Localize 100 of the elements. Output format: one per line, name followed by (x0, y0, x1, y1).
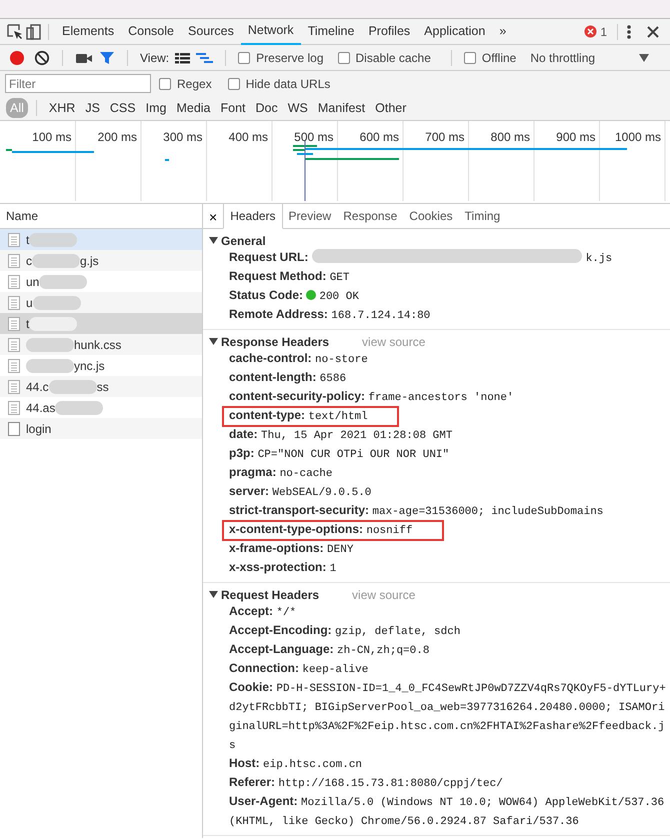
checkbox-option[interactable]: Hide data URLs (228, 74, 330, 92)
file-name: un (26, 274, 40, 290)
request-row[interactable]: u (0, 292, 202, 313)
type-filter[interactable]: WS (284, 98, 312, 118)
file-name: g.js (80, 252, 99, 270)
request-row[interactable]: login (0, 418, 202, 439)
expand-triangle-icon[interactable] (209, 590, 218, 599)
panel-tab[interactable]: Profiles (361, 18, 418, 44)
detail-tab[interactable]: Headers (223, 203, 283, 229)
close-button[interactable]: × (207, 210, 224, 228)
header-line: Accept-Encoding: gzip, deflate, sdch (228, 622, 462, 640)
expand-triangle-icon[interactable] (209, 337, 218, 346)
detail-tab[interactable]: Response (337, 204, 404, 228)
request-row[interactable]: 44.c ss (0, 376, 202, 397)
redaction-mark (29, 232, 78, 246)
tick-label: 600 ms (360, 129, 399, 146)
header-line: p3p: CP="NON CUR OTPi OUR NOR UNI" (228, 445, 450, 463)
checkbox-option[interactable]: Offline (464, 48, 516, 66)
filter-field[interactable]: Filter (5, 74, 151, 93)
redaction-mark (26, 358, 74, 372)
tick-label: 1000 ms (614, 129, 661, 146)
header-line: Accept-Language: zh-CN,zh;q=0.8 (228, 641, 430, 659)
header-line: Request Method: GET (228, 268, 350, 286)
redaction-mark (29, 316, 78, 330)
request-row[interactable]: ync.js (0, 355, 202, 376)
file-icon (8, 358, 20, 372)
section-title[interactable]: General (221, 232, 266, 250)
type-filter[interactable]: Img (142, 98, 170, 118)
checkbox-option[interactable]: Regex (159, 74, 212, 92)
panel-tab[interactable]: Console (121, 18, 181, 44)
type-filter[interactable]: Font (216, 98, 250, 118)
type-filter[interactable]: Doc (252, 98, 282, 118)
type-filter[interactable]: Manifest (314, 98, 370, 118)
request-row[interactable]: hunk.css (0, 334, 202, 355)
file-name: login (26, 420, 52, 438)
panel-tab[interactable]: Sources (180, 18, 241, 44)
header-line: strict-transport-security: max-age=31536000; includeSubDomains (228, 502, 604, 520)
waterfall-view-icon[interactable] (196, 52, 214, 64)
request-row[interactable]: t (0, 313, 202, 334)
header-value: k.js (586, 253, 612, 265)
type-filter[interactable]: Other (371, 98, 410, 118)
detail-tab[interactable]: Timing (458, 204, 506, 228)
type-filter[interactable]: Media (172, 98, 214, 118)
header-line: date: Thu, 15 Apr 2021 01:28:08 GMT (228, 426, 454, 444)
file-name: t (26, 316, 30, 332)
detail-tab[interactable]: Cookies (403, 204, 459, 228)
file-icon (8, 296, 20, 310)
header-line: x-xss-protection: 1 (228, 559, 338, 577)
file-icon (8, 400, 20, 414)
checkbox-option[interactable]: Preserve log (238, 48, 324, 66)
type-filter[interactable]: CSS (106, 98, 140, 118)
file-name: t (26, 232, 30, 248)
header-line: content-length: 6586 (228, 369, 348, 387)
view-label: View: (140, 50, 170, 66)
type-filter[interactable]: XHR (44, 98, 80, 118)
file-icon (8, 274, 20, 288)
tick-label: 400 ms (228, 129, 268, 146)
request-row[interactable]: 44.as (0, 397, 202, 418)
header-line: Referer: http://168.15.73.81:8080/cppj/tec/ (228, 774, 504, 792)
panel-tab[interactable]: Elements (55, 18, 122, 44)
panel-tab[interactable]: Timeline (300, 18, 362, 44)
device-icon[interactable] (24, 22, 42, 40)
expand-triangle-icon[interactable] (209, 236, 218, 245)
checkbox-option[interactable]: Disable cache (338, 48, 431, 66)
error-icon (584, 25, 598, 38)
throttling-dropdown[interactable]: No throttling (530, 48, 596, 66)
redaction-mark (55, 400, 104, 414)
file-name: ync.js (74, 358, 105, 374)
inspect-icon[interactable] (6, 22, 24, 40)
header-line: pragma: no-cache (228, 464, 334, 482)
dropdown-caret-icon[interactable] (638, 52, 650, 62)
more-icon[interactable] (624, 22, 634, 40)
header-line: cache-control: no-store (228, 350, 369, 368)
section-title[interactable]: Request Headers (221, 586, 320, 604)
request-row[interactable]: c g.js (0, 250, 202, 271)
highlighted-header-line: content-type: text/html (223, 407, 398, 426)
highlighted-header-line: x-content-type-options: nosniff (223, 521, 443, 540)
request-row[interactable]: un (0, 271, 202, 292)
file-icon (8, 380, 20, 394)
type-filter[interactable]: JS (81, 98, 104, 118)
error-count: 1 (600, 24, 607, 40)
header-name: Status Code: (229, 288, 304, 302)
panel-tab[interactable]: Application (417, 18, 492, 44)
more-tabs-button[interactable]: » (492, 18, 514, 44)
filter-icon[interactable] (99, 50, 115, 66)
tick-label: 500 ms (294, 129, 334, 146)
redaction-mark (32, 254, 80, 268)
file-icon (8, 232, 20, 246)
list-view-icon[interactable] (175, 52, 190, 64)
file-name: c (26, 252, 32, 270)
request-row[interactable]: t (0, 229, 202, 250)
header-line: User-Agent: Mozilla/5.0 (Windows NT 10.0; WOW64) AppleWebKit/537.36 (KHTML, like Gecko) Chrome/56.0.2924.87 Safari/537.36 (228, 793, 666, 830)
file-icon (8, 422, 20, 436)
tick-label: 100 ms (32, 129, 72, 146)
close-icon[interactable] (646, 24, 660, 38)
tick-label: 200 ms (98, 129, 137, 146)
file-icon (8, 254, 20, 268)
detail-tab[interactable]: Preview (282, 204, 338, 228)
section-title[interactable]: Response Headers (221, 332, 330, 350)
clear-icon[interactable] (34, 50, 50, 66)
